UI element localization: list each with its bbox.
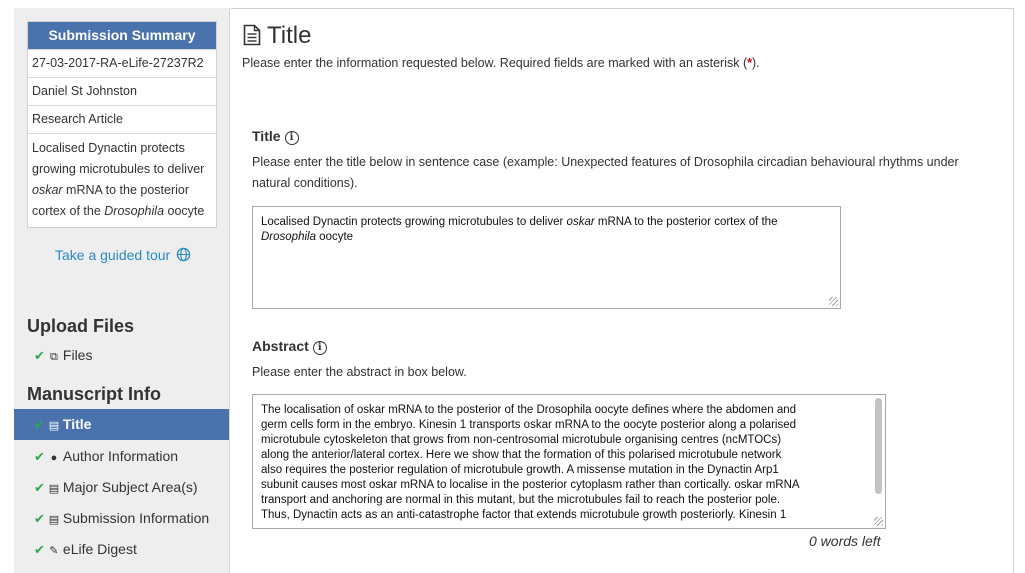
guided-tour-label: Take a guided tour bbox=[55, 247, 171, 263]
info-icon[interactable]: i bbox=[312, 341, 327, 355]
title-help-text: Please enter the title below in sentence… bbox=[252, 155, 959, 190]
person-icon: ● bbox=[50, 452, 58, 464]
title-field-label-text: Title bbox=[252, 128, 281, 144]
summary-title-text: cortex of the bbox=[32, 204, 105, 218]
files-icon: ⧉ bbox=[49, 351, 58, 363]
sidebar-item-label: Title bbox=[62, 416, 92, 432]
check-icon: ✔ bbox=[34, 511, 45, 526]
sidebar-item-label: Author Information bbox=[62, 448, 179, 464]
sidebar-item-label: Submission Information bbox=[62, 510, 210, 526]
words-left-counter: 0 words left bbox=[809, 533, 881, 549]
main-content: Title Please enter the information reque… bbox=[231, 8, 1014, 573]
summary-title-text: mRNA to the posterior bbox=[62, 183, 190, 197]
document-icon: ▤ bbox=[48, 514, 60, 526]
intro-text-end: ). bbox=[752, 56, 760, 70]
pencil-icon: ✎ bbox=[49, 545, 59, 557]
check-icon: ✔ bbox=[34, 480, 45, 495]
sidebar-item-elife-digest[interactable]: ✔ ✎ eLife Digest bbox=[14, 534, 229, 565]
document-icon: ▤ bbox=[48, 420, 60, 432]
summary-article-type: Research Article bbox=[28, 105, 216, 133]
abstract-line: The localisation of oskar mRNA to the po… bbox=[261, 404, 797, 416]
title-value-text: Localised Dynactin protects growing micr… bbox=[261, 216, 567, 228]
summary-title-text: oocyte bbox=[164, 204, 205, 218]
upload-files-heading: Upload Files bbox=[27, 316, 135, 336]
abstract-line: germ cells form in the embryo. Kinesin 1… bbox=[261, 419, 796, 431]
sidebar-item-title[interactable]: ✔ ▤ Title bbox=[14, 409, 229, 440]
globe-icon bbox=[176, 247, 191, 265]
submission-summary: Submission Summary 27-03-2017-RA-eLife-2… bbox=[27, 21, 217, 228]
abstract-textarea[interactable]: The localisation of oskar mRNA to the po… bbox=[252, 394, 886, 529]
title-value-text: mRNA to the posterior cortex of the bbox=[594, 216, 778, 228]
manuscript-info-heading: Manuscript Info bbox=[27, 384, 161, 404]
summary-manuscript-id: 27-03-2017-RA-eLife-27237R2 bbox=[28, 49, 216, 77]
abstract-field-label-text: Abstract bbox=[252, 338, 309, 354]
title-textarea[interactable]: Localised Dynactin protects growing micr… bbox=[252, 206, 841, 309]
title-value-text: oocyte bbox=[315, 231, 354, 243]
guided-tour-link[interactable]: Take a guided tour bbox=[55, 247, 191, 265]
summary-title-line: oskar mRNA to the posterior bbox=[32, 180, 212, 201]
summary-title: Localised Dynactin protects growing micr… bbox=[28, 133, 216, 227]
abstract-value: The localisation of oskar mRNA to the po… bbox=[253, 395, 885, 528]
sidebar-item-author-information[interactable]: ✔ ● Author Information bbox=[14, 441, 229, 472]
title-value-italic: Drosophila bbox=[261, 231, 316, 243]
resize-handle[interactable] bbox=[829, 297, 838, 306]
summary-author: Daniel St Johnston bbox=[28, 77, 216, 105]
summary-title-line: growing microtubules to deliver bbox=[32, 162, 205, 176]
check-icon: ✔ bbox=[34, 542, 45, 557]
sidebar-item-label: Files bbox=[62, 347, 93, 363]
abstract-line: along the anterior/lateral cortex. Here … bbox=[261, 449, 782, 461]
abstract-field-label: Abstract i bbox=[252, 338, 327, 355]
page-title: Title bbox=[243, 22, 311, 50]
title-value: Localised Dynactin protects growing micr… bbox=[253, 207, 840, 253]
summary-title-italic: oskar bbox=[32, 183, 63, 197]
sidebar-item-files[interactable]: ✔ ⧉ Files bbox=[14, 340, 229, 371]
title-field-label: Title i bbox=[252, 128, 299, 145]
resize-handle[interactable] bbox=[874, 517, 883, 526]
sidebar: Submission Summary 27-03-2017-RA-eLife-2… bbox=[14, 8, 230, 573]
abstract-line: also requires the posterior regulation o… bbox=[261, 464, 779, 476]
abstract-line: Thus, Dynactin acts as an anti-catastrop… bbox=[261, 509, 787, 521]
abstract-help-text: Please enter the abstract in box below. bbox=[252, 365, 467, 379]
check-icon: ✔ bbox=[34, 417, 45, 432]
sidebar-item-submission-information[interactable]: ✔ ▤ Submission Information bbox=[14, 503, 229, 534]
page-title-text: Title bbox=[267, 22, 312, 49]
sidebar-item-label: eLife Digest bbox=[62, 541, 137, 557]
sidebar-item-major-subject-areas[interactable]: ✔ ▤ Major Subject Area(s) bbox=[14, 472, 229, 503]
document-icon: ▤ bbox=[48, 483, 60, 495]
summary-title-italic: Drosophila bbox=[104, 204, 165, 218]
intro-text-start: Please enter the information requested b… bbox=[242, 56, 748, 70]
intro-text: Please enter the information requested b… bbox=[242, 56, 760, 70]
abstract-scrollbar[interactable] bbox=[875, 398, 882, 494]
summary-title-line: cortex of the Drosophila oocyte bbox=[32, 201, 212, 222]
summary-title-line: Localised Dynactin protects bbox=[32, 141, 185, 155]
summary-header: Submission Summary bbox=[28, 22, 216, 49]
document-icon bbox=[243, 22, 267, 49]
abstract-line: subunit causes most oskar mRNA to locali… bbox=[261, 479, 800, 491]
title-value-italic: oskar bbox=[566, 216, 595, 228]
info-icon[interactable]: i bbox=[284, 131, 299, 145]
abstract-line: microtubule cytoskeleton that grows from… bbox=[261, 434, 782, 446]
check-icon: ✔ bbox=[34, 449, 45, 464]
abstract-line: transport and anchoring are normal in th… bbox=[261, 494, 781, 506]
check-icon: ✔ bbox=[34, 348, 45, 363]
sidebar-item-label: Major Subject Area(s) bbox=[62, 479, 198, 495]
